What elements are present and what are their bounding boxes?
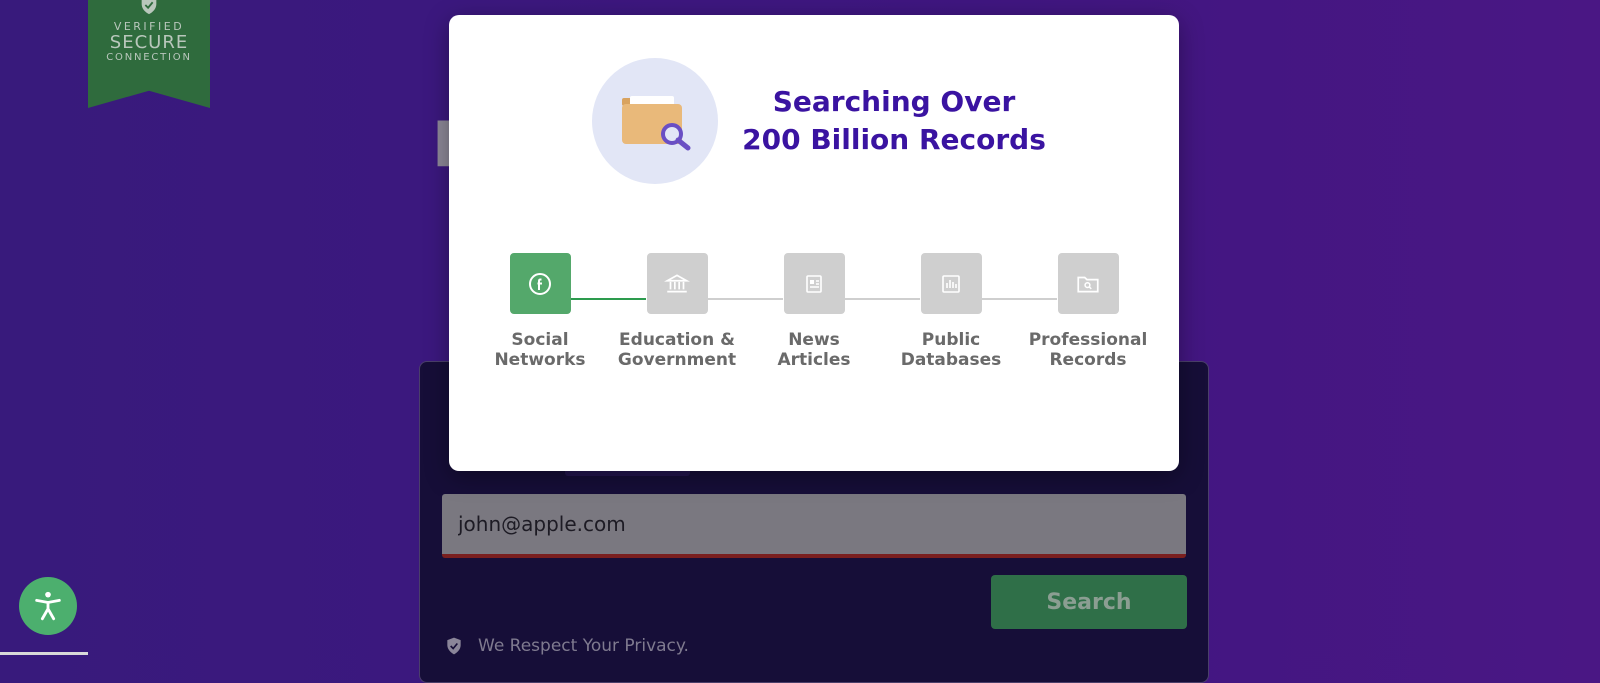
folder-search-icon	[1077, 276, 1099, 292]
chart-icon	[942, 274, 960, 293]
modal-title: Searching Over 200 Billion Records	[739, 83, 1049, 159]
privacy-text: We Respect Your Privacy.	[478, 636, 689, 656]
step-icon-box	[1057, 253, 1119, 314]
search-steps: Social Networks Education & Government N…	[449, 253, 1179, 393]
step-news-articles: News Articles	[744, 253, 884, 370]
step-education-government: Education & Government	[607, 253, 747, 370]
modal-title-line-1: Searching Over	[772, 85, 1016, 118]
step-icon-box	[920, 253, 982, 314]
step-label: Social Networks	[470, 330, 610, 370]
step-label: Education & Government	[607, 330, 747, 370]
folder-search-illustration	[592, 58, 718, 184]
step-label-line: Government	[617, 350, 737, 370]
step-label-line: Education &	[619, 330, 735, 350]
step-public-databases: Public Databases	[881, 253, 1021, 370]
step-label-line: Social	[511, 330, 569, 350]
step-label-line: News	[788, 330, 840, 350]
shield-check-icon	[447, 637, 461, 655]
email-search-input[interactable]	[442, 494, 1186, 558]
badge-line-connection: CONNECTION	[106, 52, 192, 63]
step-label-line: Professional	[1028, 330, 1148, 350]
step-icon-box	[783, 253, 845, 314]
step-icon-box	[509, 253, 571, 314]
accessibility-button[interactable]	[19, 577, 77, 635]
step-label-line: Articles	[777, 350, 851, 370]
privacy-note: We Respect Your Privacy.	[444, 636, 689, 656]
modal-title-line-2: 200 Billion Records	[742, 123, 1046, 156]
step-social-networks: Social Networks	[470, 253, 610, 370]
step-label-line: Databases	[900, 350, 1002, 370]
step-label: News Articles	[744, 330, 884, 370]
step-label-line: Networks	[494, 350, 586, 370]
step-label: Public Databases	[881, 330, 1021, 370]
search-button[interactable]: Search	[991, 575, 1187, 629]
step-icon-box	[646, 253, 708, 314]
step-label: Professional Records	[1018, 330, 1158, 370]
badge-line-secure: SECURE	[109, 32, 189, 53]
shield-check-icon	[141, 0, 157, 15]
step-label-line: Records	[1049, 350, 1127, 370]
accessibility-icon	[35, 591, 61, 621]
step-professional-records: Professional Records	[1018, 253, 1158, 370]
search-progress-modal: Searching Over 200 Billion Records Socia…	[449, 15, 1179, 471]
newspaper-icon	[806, 274, 822, 293]
step-label-line: Public	[921, 330, 981, 350]
institution-icon	[664, 273, 690, 292]
facebook-icon	[529, 272, 551, 295]
folder-magnifier-icon	[622, 96, 691, 151]
